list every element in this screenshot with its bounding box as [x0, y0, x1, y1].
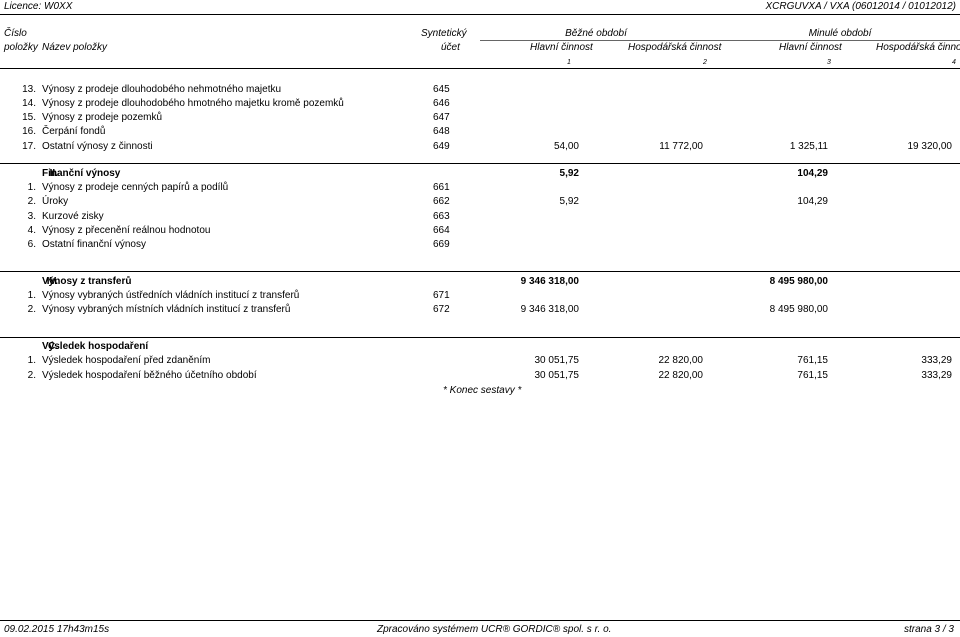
section-rule-ii — [0, 163, 960, 164]
col-synteticky: Syntetický — [421, 28, 467, 39]
row-value-v2: 22 820,00 — [658, 370, 704, 381]
row-account: 649 — [433, 141, 450, 152]
col-hlavni-1: Hlavní činnost — [530, 42, 593, 53]
row-name: Výnosy z přecenění reálnou hodnotou — [42, 225, 211, 236]
row-account: 662 — [433, 196, 450, 207]
row-number: 2. — [27, 370, 36, 381]
row-name: Výnosy vybraných místních vládních insti… — [42, 304, 291, 315]
row-account: 646 — [433, 98, 450, 109]
row-number: 1. — [27, 290, 36, 301]
row-name: Úroky — [42, 196, 69, 207]
section-rule-c — [0, 337, 960, 338]
row-value-v4: 333,29 — [921, 370, 952, 381]
row-number: 4. — [27, 225, 36, 236]
footer-page: strana 3 / 3 — [903, 624, 954, 635]
row-value-v1: 5,92 — [559, 196, 579, 207]
col-hosp-2: Hospodářská činnost — [628, 42, 722, 53]
row-account: 647 — [433, 112, 450, 123]
row-value-v4: 19 320,00 — [907, 141, 953, 152]
row-name: Výnosy z prodeje cenných papírů a podílů — [42, 182, 229, 193]
report-id: XCRGUVXA / VXA (06012014 / 01012012) — [765, 1, 956, 12]
row-number: 1. — [27, 182, 36, 193]
row-number: 17. — [22, 141, 36, 152]
row-name: Výsledek hospodaření běžného účetního ob… — [42, 370, 257, 381]
period-rule — [480, 40, 960, 41]
col-polozky: položky — [4, 42, 38, 53]
row-number: 2. — [27, 304, 36, 315]
col-nazev: Název položky — [42, 42, 108, 53]
row-account: 671 — [433, 290, 450, 301]
row-number: 1. — [27, 355, 36, 366]
end-note: * Konec sestavy * — [443, 385, 522, 396]
column-header-rule — [0, 68, 960, 69]
row-number: 3. — [27, 211, 36, 222]
license-label: Licence: W0XX — [4, 1, 73, 12]
footer-rule — [0, 620, 960, 621]
row-value-v3: 8 495 980,00 — [769, 304, 828, 315]
row-value-v4: 333,29 — [921, 355, 952, 366]
row-value-v3: 1 325,11 — [789, 141, 828, 152]
row-value-v2: 11 772,00 — [659, 141, 703, 152]
row-name: Výnosy z transferů — [42, 276, 132, 287]
row-value-v1: 5,92 — [559, 168, 579, 179]
col-cislo: Číslo — [4, 28, 27, 39]
row-account: 672 — [433, 304, 450, 315]
row-number: 6. — [27, 239, 36, 250]
row-account: 663 — [433, 211, 450, 222]
row-name: Výsledek hospodaření před zdaněním — [42, 355, 211, 366]
col-hlavni-3: Hlavní činnost — [779, 42, 842, 53]
row-number: 14. — [22, 98, 36, 109]
row-account: 645 — [433, 84, 450, 95]
footer-timestamp: 09.02.2015 17h43m15s — [4, 624, 110, 635]
row-account: 648 — [433, 126, 450, 137]
row-name: Výsledek hospodaření — [42, 341, 149, 352]
footer-processed-by: Zpracováno systémem UCR® GORDIC® spol. s… — [377, 624, 612, 635]
row-value-v3: 104,29 — [797, 196, 828, 207]
row-name: Finanční výnosy — [42, 168, 121, 179]
row-name: Výnosy z prodeje dlouhodobého hmotného m… — [42, 98, 344, 109]
row-value-v3: 104,29 — [797, 168, 828, 179]
row-name: Kurzové zisky — [42, 211, 104, 222]
col-minule-obdobi: Minulé období — [808, 28, 872, 39]
row-value-v1: 54,00 — [553, 141, 579, 152]
row-number: 16. — [22, 126, 36, 137]
row-value-v1: 9 346 318,00 — [520, 304, 579, 315]
row-value-v3: 761,15 — [797, 370, 828, 381]
section-rule-iv — [0, 271, 960, 272]
row-name: Ostatní finanční výnosy — [42, 239, 146, 250]
row-value-v1: 30 051,75 — [534, 370, 580, 381]
row-number: 13. — [22, 84, 36, 95]
row-name: Výnosy z prodeje dlouhodobého nehmotného… — [42, 84, 282, 95]
row-account: 661 — [433, 182, 450, 193]
col-ucet: účet — [441, 42, 460, 53]
row-name: Výnosy z prodeje pozemků — [42, 112, 163, 123]
row-value-v2: 22 820,00 — [658, 355, 704, 366]
row-account: 669 — [433, 239, 450, 250]
row-value-v3: 761,15 — [797, 355, 828, 366]
row-value-v1: 9 346 318,00 — [520, 276, 579, 287]
row-account: 664 — [433, 225, 450, 236]
row-value-v3: 8 495 980,00 — [769, 276, 828, 287]
row-value-v1: 30 051,75 — [534, 355, 580, 366]
row-number: 2. — [27, 196, 36, 207]
row-name: Ostatní výnosy z činnosti — [42, 141, 153, 152]
col-hosp-4: Hospodářská činnost — [876, 42, 960, 53]
header-rule — [0, 14, 960, 15]
row-number: 15. — [22, 112, 36, 123]
col-bezne-obdobi: Běžné období — [565, 28, 627, 39]
row-name: Výnosy vybraných ústředních vládních ins… — [42, 290, 300, 301]
row-name: Čerpání fondů — [42, 126, 106, 137]
